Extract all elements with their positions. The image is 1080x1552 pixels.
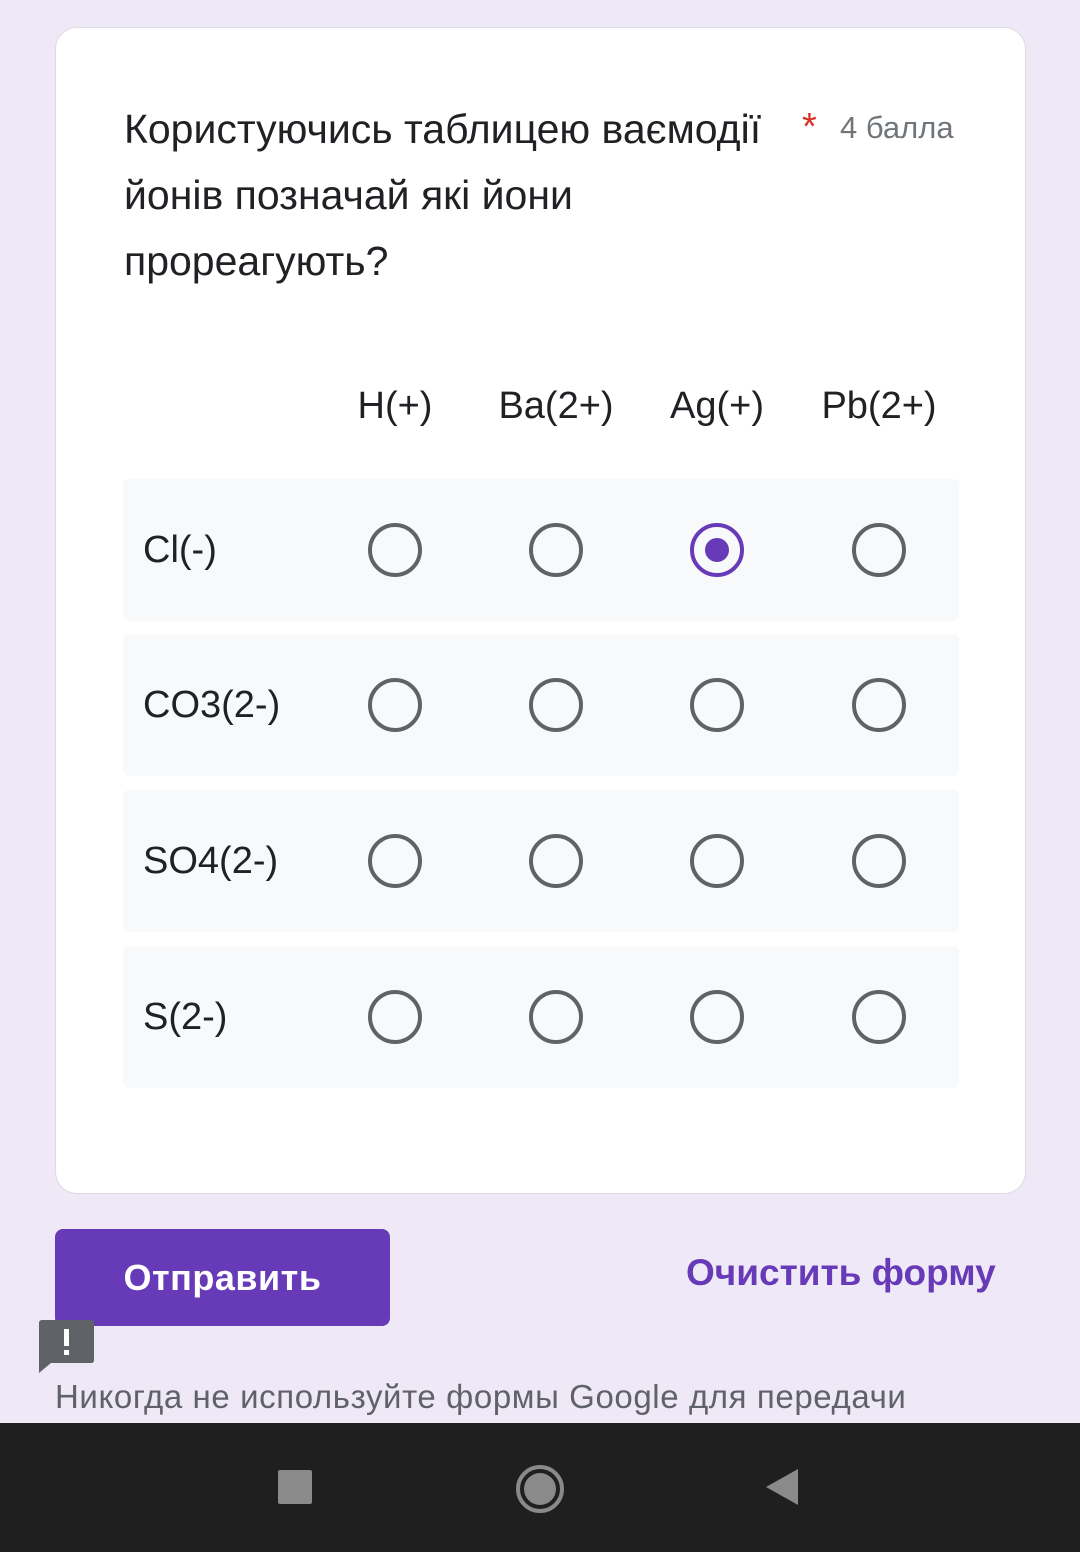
radio-cl-ag[interactable]: [690, 523, 744, 577]
radio-so4-ag[interactable]: [690, 834, 744, 888]
points-label: 4 балла: [840, 110, 954, 145]
radio-s-ag[interactable]: [690, 990, 744, 1044]
column-header-ag: Ag(+): [670, 385, 764, 427]
question-title: Користуючись таблицею ваємодії йонів поз…: [124, 106, 762, 284]
column-header-ba: Ba(2+): [498, 385, 614, 427]
radio-cl-ba[interactable]: [529, 523, 583, 577]
grid-row-s: S(2-): [123, 946, 959, 1088]
radio-cl-pb[interactable]: [852, 523, 906, 577]
grid-row-so4: SO4(2-): [123, 790, 959, 932]
submit-button[interactable]: Отправить: [55, 1229, 390, 1326]
column-header-h: H(+): [357, 385, 433, 427]
radio-s-ba[interactable]: [529, 990, 583, 1044]
form-page: Користуючись таблицею ваємодії йонів поз…: [0, 0, 1080, 1552]
radio-so4-h[interactable]: [368, 834, 422, 888]
radio-co3-ag[interactable]: [690, 678, 744, 732]
radio-so4-pb[interactable]: [852, 834, 906, 888]
question-card: Користуючись таблицею ваємодії йонів поз…: [55, 27, 1026, 1194]
system-navigation-bar: [0, 1423, 1080, 1552]
disclaimer-text: Никогда не используйте формы Google для …: [55, 1378, 907, 1415]
radio-co3-pb[interactable]: [852, 678, 906, 732]
row-label: S(2-): [143, 996, 228, 1038]
grid-row-cl: Cl(-): [123, 479, 959, 621]
radio-s-pb[interactable]: [852, 990, 906, 1044]
row-label: SO4(2-): [143, 840, 279, 882]
radio-s-h[interactable]: [368, 990, 422, 1044]
home-circle-icon[interactable]: [514, 1463, 566, 1515]
radio-co3-h[interactable]: [368, 678, 422, 732]
column-header-pb: Pb(2+): [821, 385, 937, 427]
grid-row-co3: CO3(2-): [123, 634, 959, 776]
row-label: Cl(-): [143, 529, 217, 571]
feedback-icon[interactable]: [37, 1318, 95, 1374]
recents-square-icon[interactable]: [278, 1470, 312, 1504]
row-label: CO3(2-): [143, 684, 281, 726]
radio-so4-ba[interactable]: [529, 834, 583, 888]
back-triangle-icon[interactable]: [764, 1467, 800, 1507]
clear-form-link[interactable]: Очистить форму: [686, 1252, 996, 1294]
required-asterisk: *: [802, 106, 817, 148]
radio-cl-h[interactable]: [368, 523, 422, 577]
radio-co3-ba[interactable]: [529, 678, 583, 732]
